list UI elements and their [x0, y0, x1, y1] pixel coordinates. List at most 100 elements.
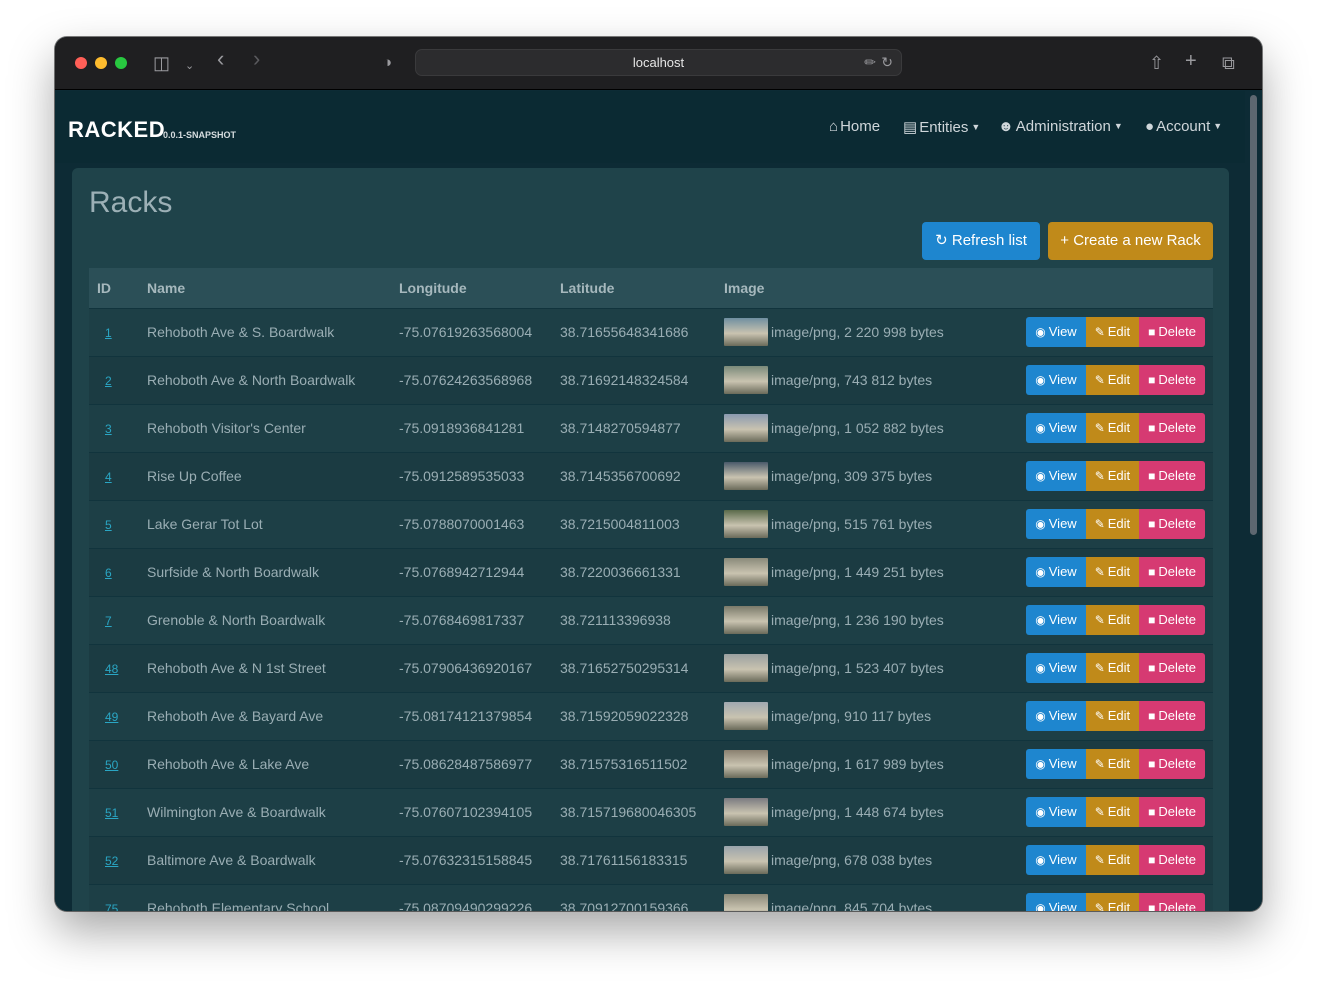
view-button[interactable]: ◉ View	[1026, 701, 1086, 731]
delete-button[interactable]: ■ Delete	[1139, 365, 1205, 395]
rack-id-link[interactable]: 1	[97, 326, 112, 340]
rack-image-thumbnail[interactable]	[724, 318, 768, 346]
sidebar-toggle-icon[interactable]: ◫	[153, 53, 170, 73]
edit-label: Edit	[1107, 804, 1131, 819]
minimize-window-button[interactable]	[95, 57, 107, 69]
col-header-name[interactable]: Name	[139, 268, 391, 308]
rack-image-thumbnail[interactable]	[724, 606, 768, 634]
tabs-overview-icon[interactable]: ⧉	[1222, 53, 1235, 73]
view-button[interactable]: ◉ View	[1026, 365, 1086, 395]
nav-home[interactable]: ⌂ Home	[829, 118, 880, 135]
nav-account[interactable]: ● Account ▼	[1145, 118, 1222, 135]
delete-button[interactable]: ■ Delete	[1139, 557, 1205, 587]
shield-icon[interactable]: ◑	[383, 53, 392, 73]
edit-button[interactable]: ✎ Edit	[1085, 893, 1140, 911]
share-icon[interactable]: ⇧	[1149, 53, 1164, 73]
view-button[interactable]: ◉ View	[1026, 605, 1086, 635]
rack-image-thumbnail[interactable]	[724, 654, 768, 682]
rack-image-thumbnail[interactable]	[724, 414, 768, 442]
delete-button[interactable]: ■ Delete	[1139, 461, 1205, 491]
back-icon[interactable]: ‹	[217, 48, 224, 70]
forward-icon[interactable]: ›	[253, 48, 260, 70]
nav-administration[interactable]: ☻ Administration ▼	[998, 118, 1123, 135]
col-header-longitude[interactable]: Longitude	[391, 268, 552, 308]
view-button[interactable]: ◉ View	[1026, 461, 1086, 491]
refresh-list-button[interactable]: ↻ Refresh list	[922, 222, 1040, 260]
rack-image-thumbnail[interactable]	[724, 558, 768, 586]
edit-button[interactable]: ✎ Edit	[1085, 701, 1140, 731]
create-rack-button[interactable]: + Create a new Rack	[1048, 222, 1213, 260]
rack-id-link[interactable]: 6	[97, 566, 112, 580]
view-button[interactable]: ◉ View	[1026, 317, 1086, 347]
delete-button[interactable]: ■ Delete	[1139, 317, 1205, 347]
view-button[interactable]: ◉ View	[1026, 557, 1086, 587]
cell-latitude: 38.71652750295314	[552, 643, 716, 692]
view-button[interactable]: ◉ View	[1026, 653, 1086, 683]
cell-actions: ◉ View ✎ Edit ■ Delete	[1001, 883, 1213, 911]
delete-button[interactable]: ■ Delete	[1139, 653, 1205, 683]
edit-button[interactable]: ✎ Edit	[1085, 797, 1140, 827]
rack-image-thumbnail[interactable]	[724, 798, 768, 826]
delete-button[interactable]: ■ Delete	[1139, 413, 1205, 443]
rack-image-thumbnail[interactable]	[724, 894, 768, 911]
rack-id-link[interactable]: 4	[97, 470, 112, 484]
home-icon: ⌂	[829, 118, 839, 135]
edit-button[interactable]: ✎ Edit	[1085, 317, 1140, 347]
rack-id-link[interactable]: 51	[97, 806, 118, 820]
view-button[interactable]: ◉ View	[1026, 509, 1086, 539]
rack-id-link[interactable]: 52	[97, 854, 118, 868]
delete-button[interactable]: ■ Delete	[1139, 749, 1205, 779]
rack-id-link[interactable]: 48	[97, 662, 118, 676]
delete-button[interactable]: ■ Delete	[1139, 797, 1205, 827]
rack-image-thumbnail[interactable]	[724, 846, 768, 874]
scrollbar-thumb[interactable]	[1250, 95, 1257, 535]
rack-id-link[interactable]: 5	[97, 518, 112, 532]
maximize-window-button[interactable]	[115, 57, 127, 69]
rack-image-thumbnail[interactable]	[724, 366, 768, 394]
rack-image-thumbnail[interactable]	[724, 510, 768, 538]
delete-button[interactable]: ■ Delete	[1139, 605, 1205, 635]
edit-button[interactable]: ✎ Edit	[1085, 605, 1140, 635]
translate-icon[interactable]: ✏	[864, 54, 876, 71]
rack-image-thumbnail[interactable]	[724, 750, 768, 778]
cell-id: 52	[89, 835, 139, 884]
col-header-id[interactable]: ID	[89, 268, 139, 308]
edit-button[interactable]: ✎ Edit	[1085, 509, 1140, 539]
rack-id-link[interactable]: 7	[97, 614, 112, 628]
trash-icon: ■	[1148, 325, 1156, 339]
delete-button[interactable]: ■ Delete	[1139, 509, 1205, 539]
col-header-latitude[interactable]: Latitude	[552, 268, 716, 308]
rack-id-link[interactable]: 3	[97, 422, 112, 436]
rack-id-link[interactable]: 75	[97, 902, 118, 911]
reload-icon[interactable]: ↻	[881, 54, 893, 71]
edit-button[interactable]: ✎ Edit	[1085, 413, 1140, 443]
view-button[interactable]: ◉ View	[1026, 893, 1086, 911]
edit-button[interactable]: ✎ Edit	[1085, 749, 1140, 779]
edit-button[interactable]: ✎ Edit	[1085, 653, 1140, 683]
delete-button[interactable]: ■ Delete	[1139, 893, 1205, 911]
rack-image-thumbnail[interactable]	[724, 702, 768, 730]
edit-button[interactable]: ✎ Edit	[1085, 845, 1140, 875]
close-window-button[interactable]	[75, 57, 87, 69]
col-header-image[interactable]: Image	[716, 268, 1001, 308]
delete-button[interactable]: ■ Delete	[1139, 701, 1205, 731]
view-button[interactable]: ◉ View	[1026, 845, 1086, 875]
chevron-down-icon[interactable]: ⌄	[185, 56, 194, 76]
view-button[interactable]: ◉ View	[1026, 797, 1086, 827]
page-scrollbar[interactable]	[1245, 91, 1262, 911]
nav-entities[interactable]: ▤ Entities ▼	[903, 118, 980, 136]
view-button[interactable]: ◉ View	[1026, 749, 1086, 779]
image-info: image/png, 1 052 882 bytes	[771, 420, 944, 436]
new-tab-icon[interactable]: +	[1185, 51, 1197, 71]
edit-button[interactable]: ✎ Edit	[1085, 365, 1140, 395]
rack-id-link[interactable]: 49	[97, 710, 118, 724]
address-bar[interactable]: localhost ✏ ↻	[415, 49, 902, 76]
delete-button[interactable]: ■ Delete	[1139, 845, 1205, 875]
edit-button[interactable]: ✎ Edit	[1085, 461, 1140, 491]
rack-id-link[interactable]: 2	[97, 374, 112, 388]
brand-logo[interactable]: RACKED	[68, 117, 165, 143]
rack-id-link[interactable]: 50	[97, 758, 118, 772]
edit-button[interactable]: ✎ Edit	[1085, 557, 1140, 587]
rack-image-thumbnail[interactable]	[724, 462, 768, 490]
view-button[interactable]: ◉ View	[1026, 413, 1086, 443]
